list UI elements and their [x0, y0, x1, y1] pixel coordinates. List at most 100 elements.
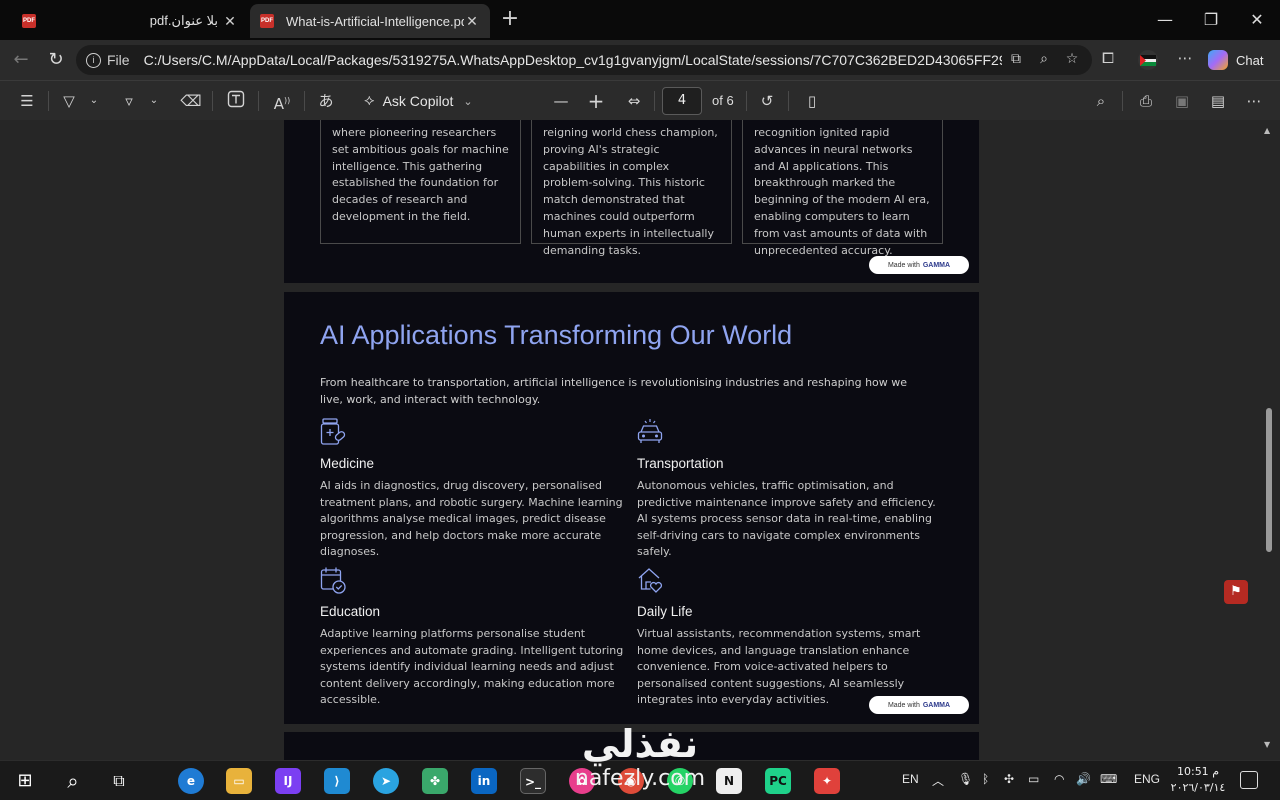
language-short[interactable]: EN	[902, 772, 919, 786]
made-with-gamma-badge[interactable]: Made with GAMMA	[869, 256, 969, 274]
zoom-out-button[interactable]: —	[550, 90, 572, 112]
chevron-up-icon[interactable]: ︿	[932, 772, 944, 789]
search-icon[interactable]: ⌕	[1090, 90, 1112, 112]
highlight-icon[interactable]: ▽	[58, 90, 80, 112]
vscode-icon[interactable]: ⟩	[324, 768, 350, 794]
pdf-toolbar: ☰ ▽ ⌄ ▿ ⌄ ⌫ A)) あ ⟡ Ask Copilot ⌄ — + ⇔ …	[0, 80, 1280, 120]
feature-title: Medicine	[320, 456, 375, 471]
microphone-icon[interactable]: 🎙	[958, 772, 973, 786]
tab-bar: PDF بلا عنوان.pdf ✕ PDF What-is-Artifici…	[0, 0, 1280, 40]
timeline-card: reigning world chess champion, proving A…	[531, 120, 732, 257]
postman-icon[interactable]: ✦	[814, 768, 840, 794]
jetbrains-icon[interactable]: IJ	[275, 768, 301, 794]
tab-untitled-pdf[interactable]: PDF بلا عنوان.pdf ✕	[12, 4, 248, 38]
add-text-icon[interactable]	[224, 90, 248, 112]
copilot-page-icon[interactable]: ⧉	[1006, 51, 1026, 69]
volume-icon[interactable]: 🔊	[1076, 772, 1091, 786]
favorite-star-icon[interactable]: ☆	[1062, 51, 1082, 69]
pdf-page-5	[284, 732, 979, 760]
whatsapp-icon[interactable]: ✆	[667, 768, 693, 794]
more-menu-icon[interactable]: ⋯	[1173, 49, 1197, 71]
ask-copilot-button[interactable]: ⟡ Ask Copilot ⌄	[364, 90, 473, 112]
page-view-icon[interactable]: ▯	[800, 90, 824, 112]
clock[interactable]: 10:51 م ٢٠٢٦/٠٣/١٤	[1168, 764, 1228, 796]
restore-button[interactable]: ❐	[1196, 8, 1226, 32]
acrobat-icon[interactable]: ⚑	[1224, 580, 1248, 604]
back-button[interactable]: ←	[8, 48, 34, 72]
more-options-icon[interactable]: ⋯	[1242, 90, 1266, 112]
pdf-icon: PDF	[22, 14, 36, 28]
read-aloud-icon[interactable]: A))	[270, 90, 294, 113]
extensions-icon[interactable]: ⧠	[1096, 49, 1120, 71]
teams-icon[interactable]: ✣	[1004, 772, 1014, 786]
minimize-button[interactable]: —	[1150, 8, 1180, 32]
viewer-scrollbar[interactable]: ▲ ▼	[1264, 120, 1272, 760]
feature-daily-life: Daily Life Virtual assistants, recommend…	[637, 566, 947, 709]
print-icon[interactable]: ⎙	[1134, 90, 1158, 112]
chevron-down-icon[interactable]: ⌄	[86, 90, 102, 112]
bluetooth-icon[interactable]: ᛒ	[982, 772, 989, 786]
omnibox[interactable]: i File C:/Users/C.M/AppData/Local/Packag…	[76, 45, 1092, 75]
save-icon[interactable]: ▣	[1170, 90, 1194, 112]
made-with-gamma-badge[interactable]: Made with GAMMA	[869, 696, 969, 714]
battery-icon[interactable]: ▭	[1028, 772, 1039, 786]
notion-icon[interactable]: N	[716, 768, 742, 794]
tab-ai-pdf[interactable]: PDF What-is-Artificial-Intelligence.pdf …	[250, 4, 490, 38]
scroll-up-icon[interactable]: ▲	[1264, 126, 1270, 135]
eraser-icon[interactable]: ⌫	[180, 90, 202, 112]
page-number-input[interactable]: 4	[662, 87, 702, 115]
telegram-icon[interactable]: ➤	[373, 768, 399, 794]
app-grid-icon[interactable]: ✤	[422, 768, 448, 794]
close-icon[interactable]: ✕	[464, 13, 480, 30]
pycharm-icon[interactable]: PC	[765, 768, 791, 794]
translate-icon[interactable]: あ	[314, 90, 338, 112]
search-icon[interactable]: ⌕	[60, 768, 86, 794]
divider	[304, 91, 305, 111]
save-as-icon[interactable]: ▤	[1206, 90, 1230, 112]
file-explorer-icon[interactable]: ▭	[226, 768, 252, 794]
intro-paragraph: From healthcare to transportation, artif…	[320, 376, 908, 406]
keyboard-icon[interactable]: ⌨	[1100, 772, 1117, 786]
task-view-icon[interactable]: ⧉	[106, 768, 132, 794]
feature-transportation: Transportation Autonomous vehicles, traf…	[637, 418, 947, 561]
card-text: recognition ignited rapid advances in ne…	[754, 126, 930, 257]
chat-label: Chat	[1236, 52, 1264, 68]
url-text[interactable]: C:/Users/C.M/AppData/Local/Packages/5319…	[144, 52, 1002, 68]
draw-icon[interactable]: ▿	[118, 90, 140, 112]
close-window-button[interactable]: ✕	[1242, 8, 1272, 32]
language-indicator[interactable]: ENG	[1134, 772, 1160, 786]
chat-button[interactable]: Chat	[1208, 48, 1263, 72]
windows-start-icon[interactable]: ⊞	[12, 768, 38, 794]
chrome-icon[interactable]: ◉	[618, 768, 644, 794]
info-icon[interactable]: i	[86, 52, 101, 68]
wifi-icon[interactable]: ◠	[1054, 772, 1064, 786]
new-tab-button[interactable]: +	[498, 8, 522, 32]
edge-browser-icon[interactable]: e	[178, 768, 204, 794]
pdf-viewer[interactable]: where pioneering researchers set ambitio…	[0, 120, 1280, 760]
contents-list-icon[interactable]: ☰	[16, 90, 38, 112]
scrollbar-thumb[interactable]	[1266, 408, 1272, 552]
card-text: reigning world chess champion, proving A…	[543, 126, 718, 257]
divider	[258, 91, 259, 111]
rotate-icon[interactable]: ↺	[756, 90, 778, 112]
linkedin-icon[interactable]: in	[471, 768, 497, 794]
app-icon[interactable]: ✿	[569, 768, 595, 794]
card-text: where pioneering researchers set ambitio…	[332, 126, 509, 223]
page-count: of 6	[712, 93, 734, 108]
chevron-down-icon[interactable]: ⌄	[146, 90, 162, 112]
timeline-card: where pioneering researchers set ambitio…	[320, 120, 521, 244]
profile-avatar[interactable]	[1136, 49, 1160, 71]
fit-width-icon[interactable]: ⇔	[622, 90, 646, 112]
close-icon[interactable]: ✕	[222, 13, 238, 30]
zoom-in-button[interactable]: +	[585, 90, 607, 112]
timeline-card: recognition ignited rapid advances in ne…	[742, 120, 943, 257]
copilot-icon: ⟡	[364, 92, 375, 109]
zoom-icon[interactable]: ⌕	[1034, 51, 1054, 69]
scroll-down-icon[interactable]: ▼	[1264, 740, 1270, 749]
pdf-page-3: where pioneering researchers set ambitio…	[284, 120, 979, 283]
home-heart-icon	[638, 568, 663, 593]
divider	[48, 91, 49, 111]
terminal-icon[interactable]: >_	[520, 768, 546, 794]
reload-button[interactable]: ↻	[43, 48, 69, 72]
notification-icon[interactable]	[1240, 771, 1258, 789]
